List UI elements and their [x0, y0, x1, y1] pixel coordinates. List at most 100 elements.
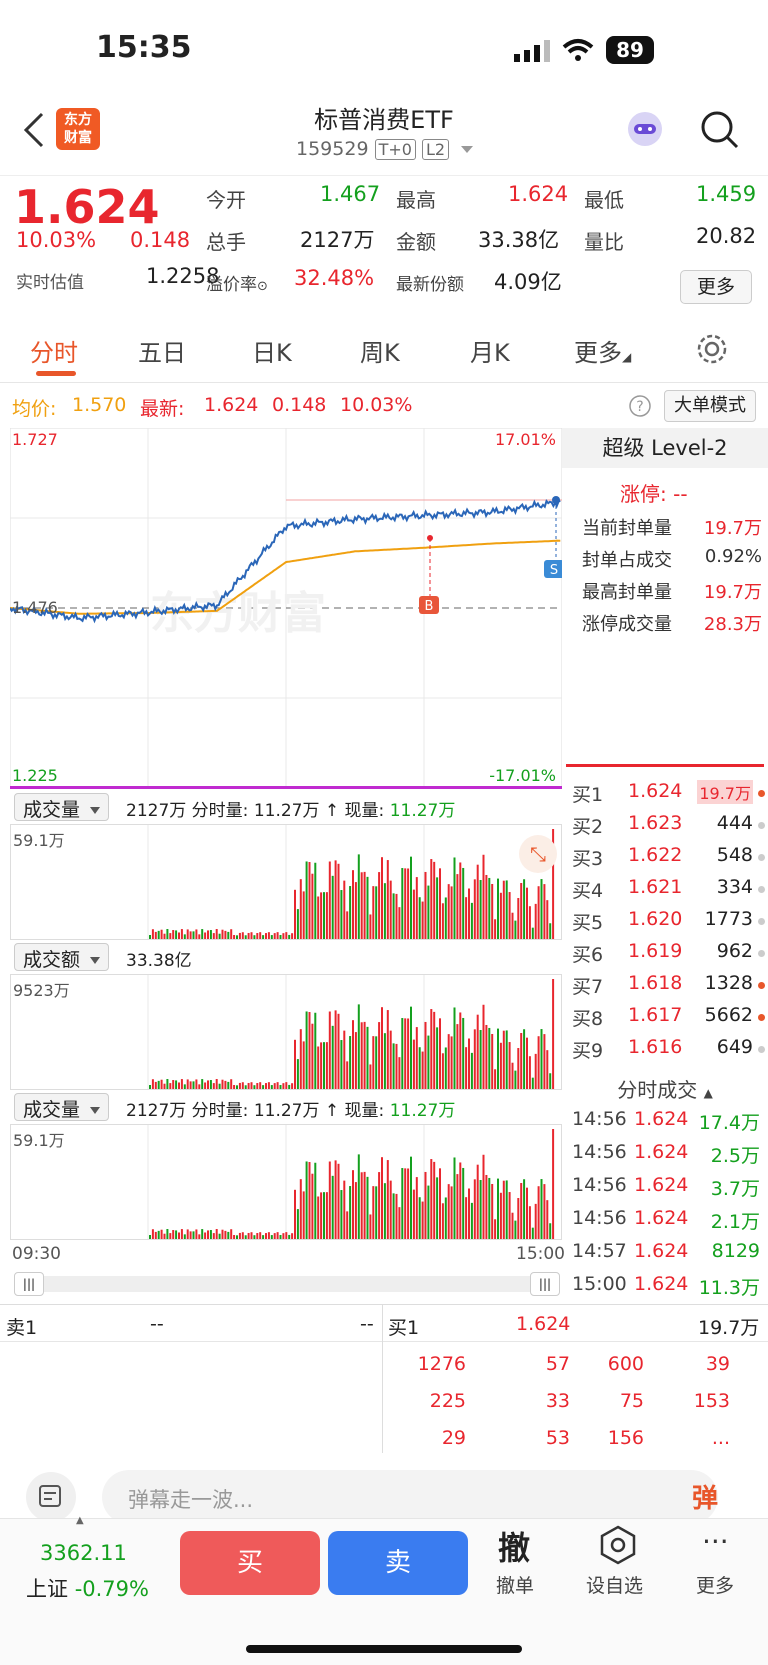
volume-bar — [549, 923, 552, 939]
amount-dropdown[interactable]: 成交额 — [14, 943, 110, 971]
bid-row[interactable]: 买3 1.622 548 — [570, 844, 765, 876]
volume-bar — [549, 1073, 552, 1089]
info-dots-icon[interactable]: ⊙ — [257, 279, 268, 294]
volume-bar — [334, 1160, 337, 1239]
big-order-mode-button[interactable]: 大单模式 — [664, 390, 756, 422]
volume-dropdown-2[interactable]: 成交量 — [14, 1093, 110, 1121]
buy-button[interactable]: 买 — [180, 1531, 320, 1595]
intraday-chart[interactable]: 东方财富 B S 1.727 1.476 1.225 17.01% -17.01… — [10, 428, 562, 788]
time-range-scrollbar[interactable]: ||| ||| — [14, 1272, 560, 1296]
volume-bar — [354, 882, 357, 939]
index-value[interactable]: 3362.11 — [40, 1541, 127, 1565]
bid-row[interactable]: 买8 1.617 5662 — [570, 1004, 765, 1036]
volume-bar — [543, 884, 546, 939]
more-button[interactable]: 更多 — [680, 270, 752, 304]
cancel-order-icon[interactable]: 撤 — [498, 1523, 530, 1569]
volume-bar — [259, 932, 262, 939]
expand-icon[interactable]: ⤡ — [519, 835, 557, 873]
volume-bar — [514, 1220, 517, 1239]
tab-intraday[interactable]: 分时 — [30, 333, 78, 368]
intraday-chart-svg: 东方财富 B S — [10, 428, 562, 788]
volume-bar — [233, 1084, 236, 1089]
volume-bar — [221, 1079, 224, 1089]
danmu-settings-icon[interactable] — [26, 1472, 76, 1522]
bid-row[interactable]: 买4 1.621 334 — [570, 876, 765, 908]
more-label[interactable]: 更多 — [696, 1571, 734, 1598]
avg-label: 均价: — [12, 398, 57, 420]
volume-bar — [325, 1192, 328, 1239]
volume-bar — [331, 875, 334, 939]
volume-bar — [447, 884, 450, 939]
volume-bar — [430, 1159, 433, 1239]
sell-button[interactable]: 卖 — [328, 1531, 468, 1595]
volume-bar — [508, 1042, 511, 1089]
volume-bar — [218, 933, 221, 939]
volume-bar — [354, 1182, 357, 1239]
bid-row[interactable]: 买9 1.616 649 — [570, 1036, 765, 1068]
volume-bar — [250, 932, 253, 939]
premium-label: 溢价率⊙ — [206, 275, 268, 295]
bid-row[interactable]: 买5 1.620 1773 — [570, 908, 765, 940]
volume-bar — [218, 1083, 221, 1089]
volume-bar — [433, 1161, 436, 1239]
chevron-down-icon[interactable] — [461, 146, 474, 153]
volume-bar — [502, 880, 505, 939]
queue-qty: 156 — [607, 1427, 644, 1449]
robot-assistant-icon[interactable] — [624, 108, 666, 150]
volume-bar — [201, 1079, 204, 1089]
volume-bar — [473, 879, 476, 939]
volume-bar — [224, 1230, 227, 1239]
tick-time: 14:56 — [572, 1174, 627, 1196]
tab-day-k[interactable]: 日K — [252, 333, 292, 368]
volume-bar — [192, 1231, 195, 1239]
volume-bar — [204, 932, 207, 939]
volume-bar — [212, 1233, 215, 1239]
volume-bar — [343, 880, 346, 939]
range-handle-left[interactable]: ||| — [14, 1272, 44, 1296]
tab-more[interactable]: 更多◢ — [574, 333, 631, 368]
status-time: 15:35 — [96, 30, 192, 65]
add-favorite-label[interactable]: 设自选 — [586, 1571, 643, 1598]
volume-bar — [154, 1231, 157, 1239]
bid-dot — [758, 790, 765, 797]
volume-bar — [230, 1079, 233, 1089]
tab-month-k[interactable]: 月K — [470, 333, 510, 368]
battery-icon: 89 — [606, 36, 654, 64]
level2-stat-label: 涨停成交量 — [582, 614, 672, 635]
volume-bar — [485, 1024, 488, 1089]
index-line[interactable]: 上证 -0.79% — [26, 1573, 149, 1603]
volume-bar — [418, 1047, 421, 1089]
bid-row[interactable]: 买1 1.624 19.7万 — [570, 780, 765, 812]
volume-dropdown-1[interactable]: 成交量 — [14, 793, 110, 821]
danmu-input[interactable]: 弹幕走一波... 弹 — [102, 1470, 718, 1524]
volume-bar — [149, 1085, 151, 1089]
volume-bar — [305, 1011, 308, 1089]
more-dots-icon[interactable]: ··· — [702, 1525, 729, 1558]
volume-bar — [444, 1197, 447, 1239]
tick-trades-header[interactable]: 分时成交 ▲ — [566, 1074, 764, 1104]
tab-5day[interactable]: 五日 — [138, 333, 186, 368]
volume-bar — [502, 1030, 505, 1089]
settings-gear-icon[interactable] — [696, 333, 728, 365]
add-favorite-icon[interactable] — [598, 1525, 638, 1565]
volume-bar — [218, 1233, 221, 1239]
volume-bar — [238, 932, 241, 939]
range-handle-right[interactable]: ||| — [530, 1272, 560, 1296]
danmu-send-icon[interactable]: 弹 — [692, 1478, 718, 1515]
volume-bar — [221, 1229, 224, 1239]
help-icon[interactable]: ? — [628, 394, 652, 418]
volume-bar — [528, 906, 531, 939]
bid-row[interactable]: 买6 1.619 962 — [570, 940, 765, 972]
volume-bar — [317, 1046, 320, 1089]
cancel-order-label[interactable]: 撤单 — [496, 1571, 534, 1598]
search-icon[interactable] — [700, 110, 740, 150]
tick-price: 1.624 — [634, 1273, 689, 1295]
tab-week-k[interactable]: 周K — [360, 333, 400, 368]
volume-bar — [476, 864, 479, 939]
volume-bar — [288, 934, 291, 939]
volume-bar — [526, 887, 528, 939]
level2-title[interactable]: 超级 Level-2 — [562, 428, 768, 468]
bid-dot — [758, 854, 765, 861]
bid-row[interactable]: 买2 1.623 444 — [570, 812, 765, 844]
bid-row[interactable]: 买7 1.618 1328 — [570, 972, 765, 1004]
